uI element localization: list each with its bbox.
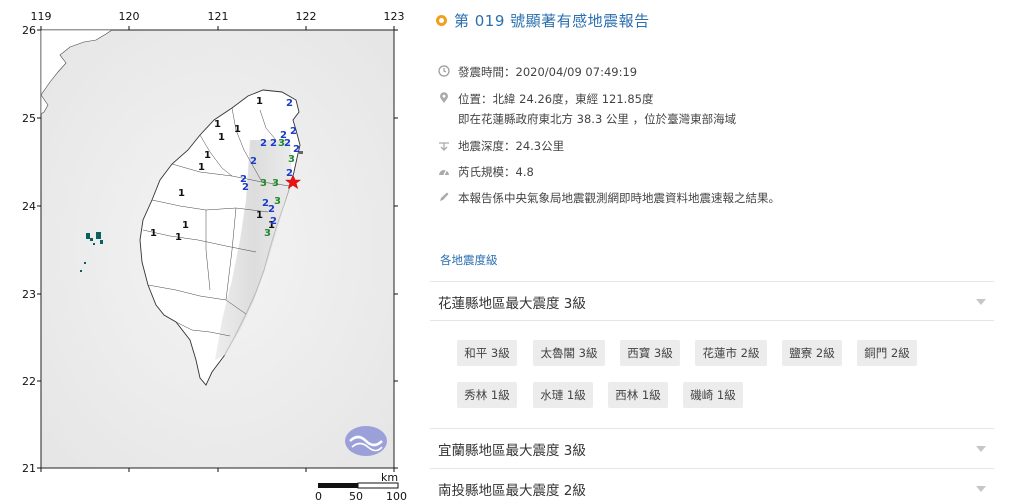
report-panel: 第 019 號顯著有感地震報告 發震時間：2020/04/09 07:49:19… [430, 0, 1024, 504]
intensity-label: 1 [256, 210, 263, 221]
intensity-label: 2 [284, 138, 291, 149]
intensity-label: 1 [214, 119, 221, 130]
intensity-label: 1 [204, 150, 211, 161]
latitude-tick-label: 24 [22, 200, 36, 213]
longitude-tick-label: 122 [296, 10, 317, 23]
intensity-map: 119 120 121 122 123 26 25 24 23 22 21 111111111111… [0, 0, 420, 504]
map-pin-icon [440, 92, 448, 103]
intensity-label: 3 [264, 228, 271, 239]
scale-tick-0: 0 [315, 490, 322, 503]
station-chip: 西寶 3級 [620, 340, 680, 366]
station-chip: 磯崎 1級 [683, 382, 743, 408]
longitude-tick-label: 119 [31, 10, 52, 23]
location: 位置：北緯 24.26度，東經 121.85度 即在花蓮縣政府東北方 38.3 … [438, 91, 736, 127]
clock-icon [438, 65, 450, 77]
intensity-label: 3 [288, 154, 295, 165]
pencil-icon [440, 192, 449, 201]
station-chip: 和平 3級 [457, 340, 517, 366]
latitude-tick-label: 26 [22, 24, 36, 37]
report-note-text: 本報告係中央氣象局地震觀測網即時地震資料地震速報之結果。 [458, 191, 780, 205]
intensity-label: 2 [286, 98, 293, 109]
intensity-label: 3 [278, 138, 285, 149]
longitude-tick-label: 120 [119, 10, 140, 23]
latitude-tick-label: 21 [22, 462, 36, 475]
latitude-tick-label: 22 [22, 375, 36, 388]
intensity-label: 2 [290, 126, 297, 137]
report-header: 第 019 號顯著有感地震報告 [436, 10, 650, 31]
scale-unit-label: km [381, 471, 398, 484]
intensity-label: 3 [272, 178, 279, 189]
section-nantou-label: 南投縣地區最大震度 2級 [438, 482, 586, 499]
chevron-down-icon[interactable] [976, 298, 986, 305]
origin-time-text: 發震時間：2020/04/09 07:49:19 [458, 65, 638, 79]
longitude-tick-label: 123 [384, 10, 405, 23]
intensity-label: 1 [175, 232, 182, 243]
depth-text: 地震深度：24.3公里 [458, 139, 565, 153]
depth-arrow-icon [439, 142, 449, 151]
intensity-label: 1 [234, 124, 241, 135]
scale-bar: km 0 50 100 [315, 471, 407, 503]
station-chip: 西林 1級 [608, 382, 668, 408]
intensity-label: 1 [218, 132, 225, 143]
intensity-label: 3 [260, 178, 267, 189]
longitude-tick-label: 121 [208, 10, 229, 23]
intensity-label: 1 [178, 188, 185, 199]
intensity-label: 2 [250, 156, 257, 167]
intensity-label: 1 [256, 96, 263, 107]
intensity-label: 1 [182, 220, 189, 231]
intensity-label: 2 [270, 216, 277, 227]
location-detail: 即在花蓮縣政府東北方 38.3 公里 ，位於臺灣東部海域 [458, 112, 737, 126]
location-text: 位置：北緯 24.26度，東經 121.85度 [458, 92, 654, 106]
section-nantou[interactable]: 南投縣地區最大震度 2級 [430, 468, 994, 504]
section-hualien-label: 花蓮縣地區最大震度 3級 [438, 295, 586, 312]
chevron-down-icon[interactable] [976, 485, 986, 492]
magnitude-gauge-icon [439, 169, 449, 176]
bullet-icon [436, 15, 447, 26]
magnitude-text: 芮氏規模：4.8 [458, 165, 534, 179]
latitude-tick-label: 25 [22, 112, 36, 125]
intensity-label: 1 [150, 228, 157, 239]
intensity-label: 2 [260, 138, 267, 149]
latitude-tick-label: 23 [22, 288, 36, 301]
scale-tick-100: 100 [386, 490, 407, 503]
map-canvas: 119 120 121 122 123262524232221 111111111111… [22, 10, 407, 503]
origin-time: 發震時間：2020/04/09 07:49:19 [438, 64, 637, 80]
magnitude: 芮氏規模：4.8 [438, 164, 534, 180]
intensity-label: 1 [198, 162, 205, 173]
intensity-label: 3 [274, 196, 281, 207]
section-yilan-label: 宜蘭縣地區最大震度 3級 [438, 442, 586, 459]
intensity-label: 2 [270, 138, 277, 149]
station-chip: 鹽寮 2級 [782, 340, 842, 366]
scale-tick-50: 50 [349, 490, 363, 503]
area-intensity-heading[interactable]: 各地震度級 [440, 252, 498, 268]
intensity-label: 2 [242, 182, 249, 193]
station-chip: 銅門 2級 [857, 340, 917, 366]
station-chip: 太魯閣 3級 [533, 340, 605, 366]
station-chip: 秀林 1級 [457, 382, 517, 408]
cwb-logo-icon [345, 426, 387, 456]
section-yilan[interactable]: 宜蘭縣地區最大震度 3級 [430, 428, 994, 468]
station-chip: 水璉 1級 [533, 382, 593, 408]
chevron-down-icon[interactable] [976, 445, 986, 452]
depth: 地震深度：24.3公里 [438, 138, 564, 154]
station-chip: 花蓮市 2級 [695, 340, 767, 366]
section-hualien[interactable]: 花蓮縣地區最大震度 3級 [430, 281, 994, 321]
report-title: 第 019 號顯著有感地震報告 [454, 12, 650, 30]
report-note: 本報告係中央氣象局地震觀測網即時地震資料地震速報之結果。 [438, 190, 780, 206]
